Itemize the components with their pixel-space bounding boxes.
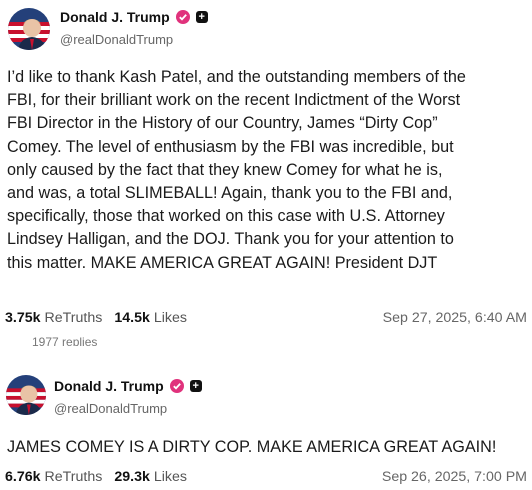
avatar[interactable] xyxy=(6,375,46,415)
post-line: FBI Director in the History of our Count… xyxy=(7,114,438,133)
likes-count[interactable]: 29.3k xyxy=(114,469,150,485)
avatar-portrait-flag-icon xyxy=(8,8,50,50)
post-line: Lindsey Halligan, and the DOJ. Thank you… xyxy=(7,230,454,249)
likes-label[interactable]: Likes xyxy=(154,310,187,326)
likes-label[interactable]: Likes xyxy=(154,469,187,485)
author-name[interactable]: Donald J. Trump xyxy=(54,378,164,394)
likes-count[interactable]: 14.5k xyxy=(114,310,150,326)
avatar-portrait-flag-icon xyxy=(6,375,46,415)
post-line: FBI, for their brilliant work on the rec… xyxy=(7,91,461,110)
post-line: only caused by the fact that they knew C… xyxy=(7,160,443,179)
retruths-label[interactable]: ReTruths xyxy=(45,310,103,326)
post-line: I’d like to thank Kash Patel, and the ou… xyxy=(7,68,466,86)
avatar[interactable] xyxy=(8,8,50,50)
plus-icon: + xyxy=(189,380,202,392)
retruths-label[interactable]: ReTruths xyxy=(45,469,103,485)
plus-icon: + xyxy=(195,11,208,23)
retruths-count[interactable]: 6.76k xyxy=(5,469,41,485)
replies-count[interactable]: 1977 replies xyxy=(32,334,97,346)
retruths-count[interactable]: 3.75k xyxy=(5,310,41,326)
post-body: JAMES COMEY IS A DIRTY COP. MAKE AMERICA… xyxy=(7,436,531,459)
author-handle[interactable]: @realDonaldTrump xyxy=(54,401,167,416)
post-body: I’d like to thank Kash Patel, and the ou… xyxy=(7,66,527,275)
author-handle[interactable]: @realDonaldTrump xyxy=(60,32,173,47)
post-timestamp[interactable]: Sep 26, 2025, 7:00 PM xyxy=(382,469,527,485)
post-line: and was, a total SLIMEBALL! Again, thank… xyxy=(7,184,453,203)
post-line: JAMES COMEY IS A DIRTY COP. MAKE AMERICA… xyxy=(7,438,497,456)
verified-badge-icon xyxy=(169,379,184,393)
post-line: this matter. MAKE AMERICA GREAT AGAIN! P… xyxy=(7,253,438,272)
author-name[interactable]: Donald J. Trump xyxy=(60,9,170,25)
post-timestamp[interactable]: Sep 27, 2025, 6:40 AM xyxy=(383,310,527,326)
post-line: Comey. The level of enthusiasm by the FB… xyxy=(7,137,454,156)
post-line: specifically, those that worked on this … xyxy=(7,207,445,226)
verified-badge-icon xyxy=(175,10,190,24)
post-stats: 6.76k ReTruths 29.3k Likes Sep 26, 2025,… xyxy=(5,469,527,485)
post-stats: 3.75k ReTruths 14.5k Likes Sep 27, 2025,… xyxy=(5,310,527,326)
